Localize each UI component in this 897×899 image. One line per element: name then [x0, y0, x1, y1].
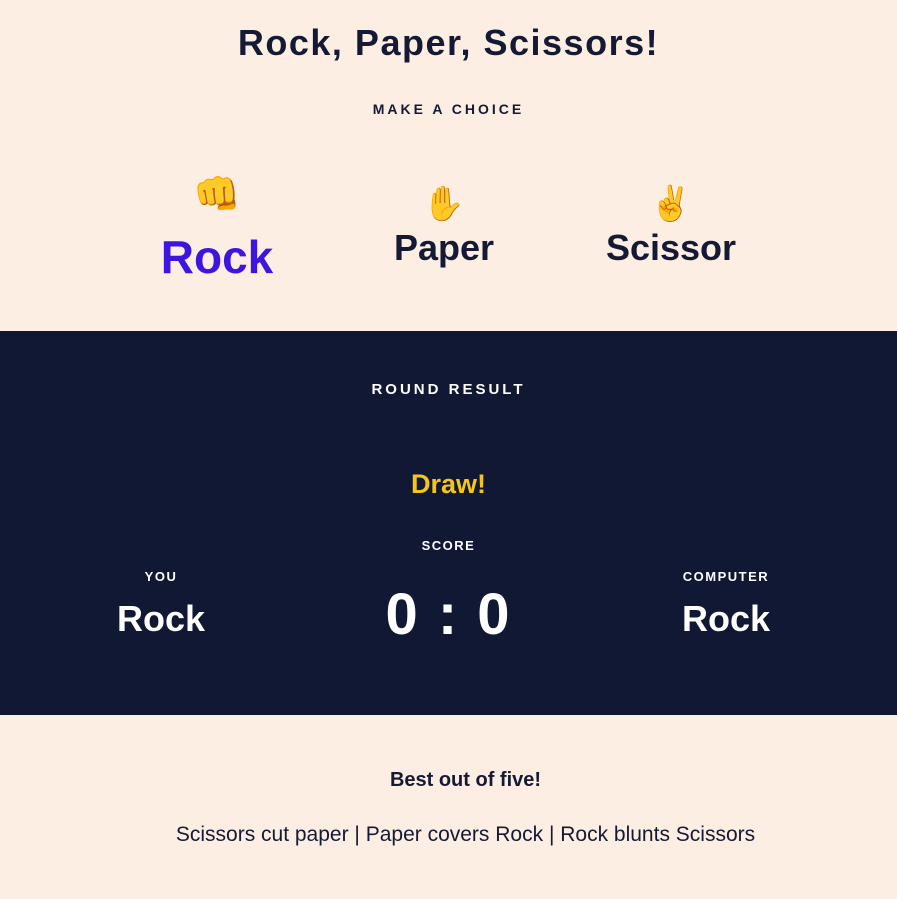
victory-hand-icon: ✌️	[649, 185, 693, 223]
hand-icon: ✋	[422, 185, 466, 223]
computer-pick: Rock	[681, 598, 771, 639]
choice-paper-label: Paper	[393, 227, 495, 268]
make-choice-subtitle: MAKE A CHOICE	[372, 101, 525, 117]
page-title: Rock, Paper, Scissors!	[237, 22, 660, 63]
choice-scissor-label: Scissor	[605, 227, 737, 268]
choice-paper-button[interactable]: ✋ Paper	[344, 187, 544, 269]
you-label: YOU	[144, 569, 178, 584]
choice-section: Rock, Paper, Scissors! MAKE A CHOICE 👊 R…	[0, 0, 897, 331]
round-result-panel: ROUND RESULT Draw! SCORE 0 : 0 YOU Rock …	[0, 331, 897, 715]
footer-section: Best out of five! Scissors cut paper | P…	[0, 715, 897, 899]
round-outcome: Draw!	[410, 469, 486, 499]
player-computer: COMPUTER Rock	[626, 569, 826, 640]
player-you: YOU Rock	[61, 569, 261, 640]
computer-label: COMPUTER	[682, 569, 770, 584]
choice-rock-label: Rock	[160, 231, 274, 283]
rules-text: Scissors cut paper | Paper covers Rock |…	[175, 823, 756, 846]
choice-scissor-button[interactable]: ✌️ Scissor	[571, 187, 771, 269]
best-of-text: Best out of five!	[389, 769, 542, 791]
fist-icon: 👊	[193, 174, 241, 216]
choice-rock-button[interactable]: 👊 Rock	[117, 176, 317, 284]
round-result-heading: ROUND RESULT	[371, 381, 526, 398]
you-pick: Rock	[116, 598, 206, 639]
score-label: SCORE	[421, 538, 476, 553]
